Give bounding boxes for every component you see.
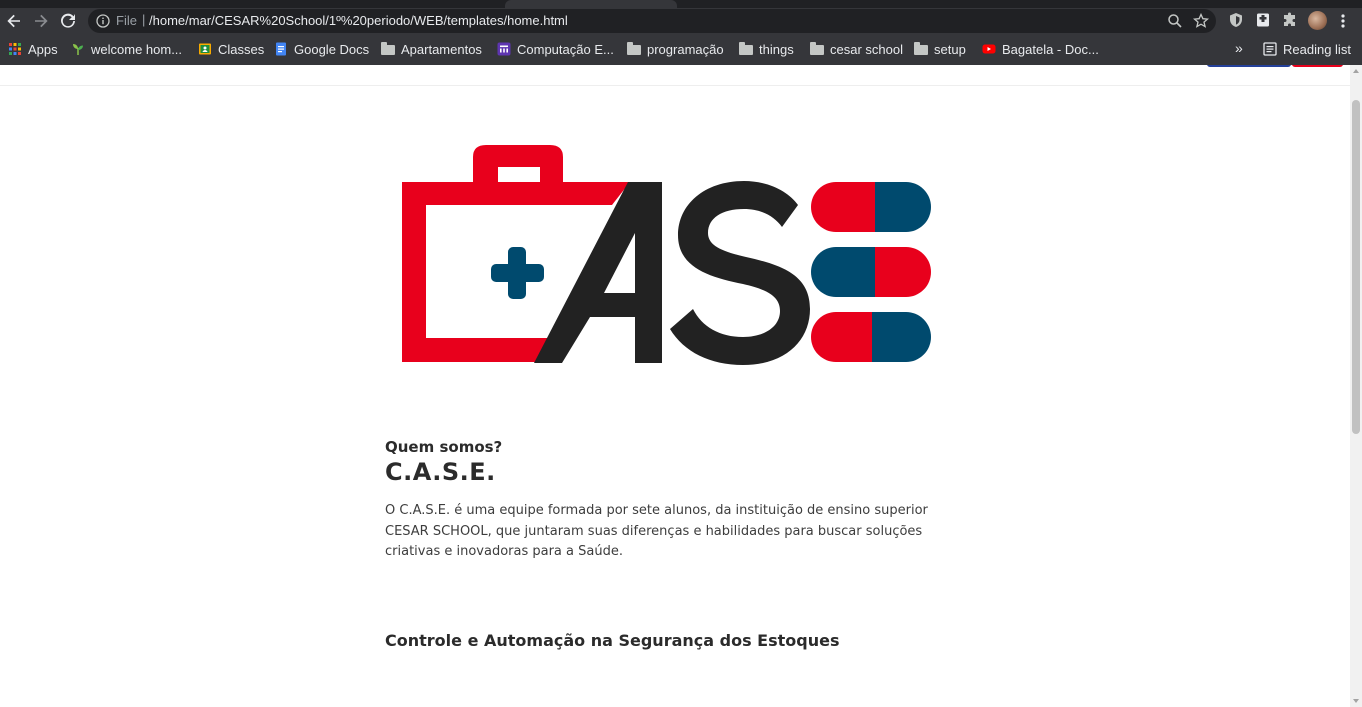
extension-square-icon[interactable] xyxy=(1255,12,1271,28)
reading-list-button[interactable]: Reading list xyxy=(1263,40,1351,58)
page-scrollbar[interactable] xyxy=(1350,65,1362,707)
case-logo xyxy=(402,145,931,365)
url-scheme-label: File xyxy=(116,13,137,28)
scroll-thumb[interactable] xyxy=(1352,100,1360,434)
bookmark-folder-programacao[interactable]: programação xyxy=(627,40,724,58)
forward-button[interactable] xyxy=(30,10,52,32)
url-separator: | xyxy=(142,12,146,27)
bookmarks-bar: Apps welcome hom... Classes Google Docs … xyxy=(0,38,1362,60)
reload-button[interactable] xyxy=(57,10,79,32)
puzzle-icon[interactable] xyxy=(1282,12,1298,28)
reload-icon xyxy=(61,13,75,28)
bookmark-label: Classes xyxy=(218,41,265,57)
section-heading: Controle e Automação na Segurança dos Es… xyxy=(385,631,840,650)
active-tab[interactable] xyxy=(505,0,677,8)
url-text[interactable]: /home/mar/CESAR%20School/1º%20periodo/WE… xyxy=(149,13,568,28)
plant-icon xyxy=(73,44,83,55)
pills-icon xyxy=(811,182,931,362)
folder-icon xyxy=(381,42,395,55)
about-description: O C.A.S.E. é uma equipe formada por sete… xyxy=(385,503,928,559)
bookmark-label: Google Docs xyxy=(294,41,370,57)
docs-icon xyxy=(276,42,286,56)
shield-icon[interactable] xyxy=(1228,12,1244,28)
plus-icon xyxy=(491,247,544,299)
star-icon[interactable] xyxy=(1193,13,1209,29)
about-section: Quem somos? C.A.S.E. O C.A.S.E. é uma eq… xyxy=(385,438,945,563)
header-button-red[interactable] xyxy=(1292,65,1343,67)
bookmark-bagatela[interactable]: Bagatela - Doc... xyxy=(982,40,1099,58)
bookmark-welcome[interactable]: welcome hom... xyxy=(71,40,182,58)
profile-avatar[interactable] xyxy=(1308,11,1327,30)
bookmark-apps[interactable]: Apps xyxy=(8,40,58,58)
bookmark-folder-setup[interactable]: setup xyxy=(914,40,966,58)
back-button[interactable] xyxy=(3,10,25,32)
reading-list-icon xyxy=(1263,42,1277,56)
bookmark-label: setup xyxy=(934,41,966,57)
bookmark-google-docs[interactable]: Google Docs xyxy=(274,40,369,58)
apps-grid-icon xyxy=(9,43,21,55)
bookmark-computacao[interactable]: Computação E... xyxy=(497,40,614,58)
scroll-up-arrow-icon[interactable] xyxy=(1353,69,1359,73)
bookmark-folder-apartamentos[interactable]: Apartamentos xyxy=(381,40,482,58)
bookmark-label: Bagatela - Doc... xyxy=(1002,41,1099,57)
bookmark-label: Apps xyxy=(28,41,58,57)
address-bar[interactable]: File | /home/mar/CESAR%20School/1º%20per… xyxy=(88,9,1216,33)
tab-strip xyxy=(0,0,1362,8)
bookmark-label: Computação E... xyxy=(517,41,614,57)
header-divider xyxy=(0,85,1350,86)
browser-chrome: File | /home/mar/CESAR%20School/1º%20per… xyxy=(0,0,1362,65)
bookmark-label: things xyxy=(759,41,794,57)
more-menu-icon[interactable] xyxy=(1338,12,1348,30)
reading-list-label: Reading list xyxy=(1283,41,1351,57)
bookmark-folder-cesar-school[interactable]: cesar school xyxy=(810,40,903,58)
folder-icon xyxy=(810,42,824,55)
page-title: C.A.S.E. xyxy=(385,458,496,486)
youtube-icon xyxy=(982,44,996,54)
header-button-blue[interactable] xyxy=(1207,65,1291,67)
zoom-icon[interactable] xyxy=(1167,13,1183,29)
folder-icon xyxy=(739,42,753,55)
bookmarks-overflow-button[interactable]: » xyxy=(1235,40,1243,56)
bookmark-label: Apartamentos xyxy=(401,41,482,57)
info-icon[interactable] xyxy=(96,14,110,28)
arrow-left-icon xyxy=(7,14,21,28)
bookmark-classes[interactable]: Classes xyxy=(198,40,264,58)
arrow-right-icon xyxy=(35,14,48,28)
logo-letter-a xyxy=(534,182,662,363)
bookmark-label: programação xyxy=(647,41,724,57)
bookmark-folder-things[interactable]: things xyxy=(739,40,794,58)
folder-icon xyxy=(627,42,641,55)
classroom-icon xyxy=(199,43,211,55)
folder-icon xyxy=(914,42,928,55)
bookmark-label: welcome hom... xyxy=(91,41,183,57)
section-eyebrow: Quem somos? xyxy=(385,438,503,456)
page-content: Quem somos? C.A.S.E. O C.A.S.E. é uma eq… xyxy=(0,65,1350,707)
bookmark-label: cesar school xyxy=(830,41,903,57)
site-icon xyxy=(497,42,511,56)
scroll-down-arrow-icon[interactable] xyxy=(1353,699,1359,703)
logo-letter-s xyxy=(670,181,810,365)
